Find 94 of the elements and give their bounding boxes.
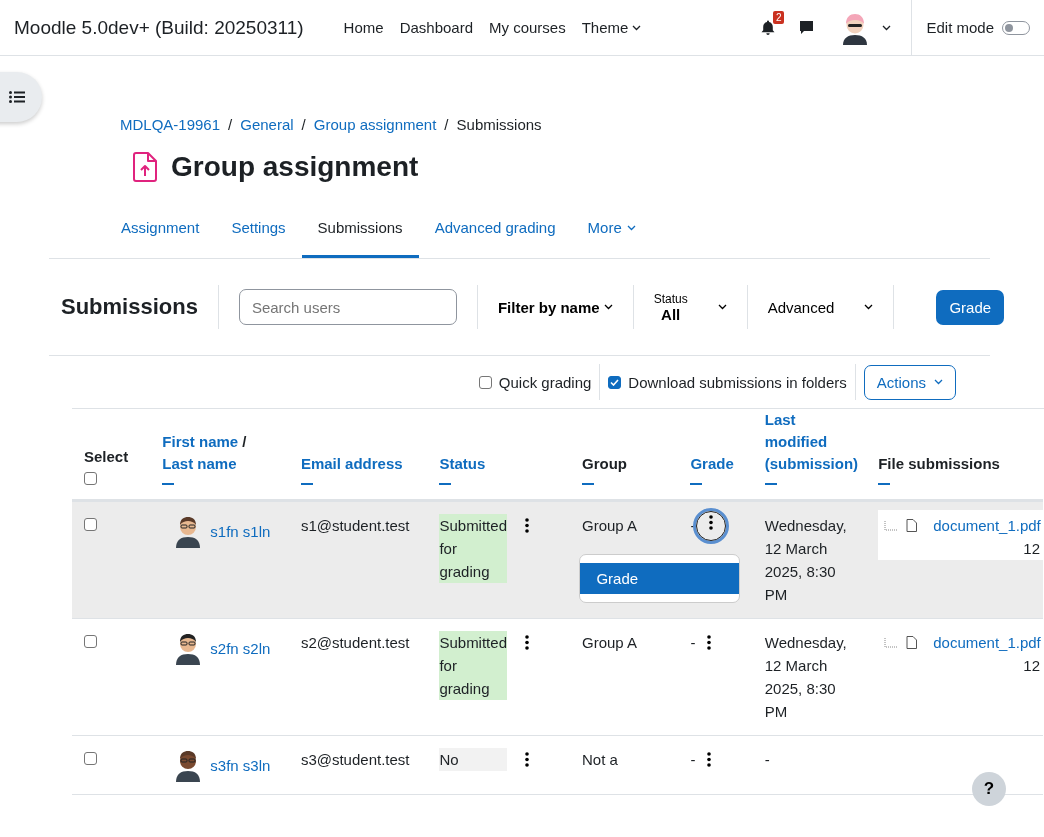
breadcrumb-link[interactable]: MDLQA-19961 xyxy=(120,116,221,133)
row-checkbox[interactable] xyxy=(84,635,97,648)
modified-date: Wednesday, 12 March 2025, 8:30 PM xyxy=(764,516,848,605)
nav-link[interactable]: Theme xyxy=(573,11,650,44)
checkbox-label[interactable]: Quick grading xyxy=(498,373,592,391)
column-header[interactable]: Grade xyxy=(690,455,734,472)
caret-icon xyxy=(603,304,613,310)
submissions-heading: Submissions xyxy=(61,285,219,329)
pdf-file-icon xyxy=(906,519,918,532)
group-text: Group A xyxy=(582,517,638,534)
checkbox-label[interactable]: Download submissions in folders xyxy=(628,373,847,391)
modified-date: - xyxy=(764,750,771,770)
user-name-link[interactable]: s1fn s1ln xyxy=(210,519,271,543)
status-label: Submitted for grading xyxy=(439,631,508,700)
breadcrumb-item: Submissions xyxy=(456,116,542,133)
column-header-link[interactable]: First name xyxy=(162,433,239,450)
kebab-menu-icon[interactable] xyxy=(707,635,712,650)
email-text: s2@student.test xyxy=(300,634,410,651)
modified-date: Wednesday, 12 March 2025, 8:30 PM xyxy=(764,633,848,722)
breadcrumb-link[interactable]: Group assignment xyxy=(313,116,437,133)
menu-item[interactable]: Grade xyxy=(580,563,740,594)
tab[interactable]: Advanced grading xyxy=(418,205,572,258)
select-all-checkbox[interactable] xyxy=(84,472,97,485)
breadcrumb-separator: / xyxy=(228,116,233,133)
column-header: Group xyxy=(582,455,627,472)
caret-icon xyxy=(717,304,727,310)
tree-connector-icon xyxy=(884,637,899,648)
file-size-text: 12 xyxy=(1022,539,1041,559)
advanced-filter-dropdown[interactable]: Advanced xyxy=(767,298,874,316)
caret-icon xyxy=(626,224,636,231)
file-size-text: 12 xyxy=(1022,656,1041,676)
tab[interactable]: Assignment xyxy=(105,205,216,258)
file-link[interactable]: document_1.pdf xyxy=(933,631,1041,654)
site-name[interactable]: Moodle 5.0dev+ (Build: 20250311) xyxy=(14,16,304,39)
nav-link[interactable]: Dashboard xyxy=(391,11,481,44)
edit-mode-label: Edit mode xyxy=(926,19,994,36)
column-header: Select xyxy=(84,448,129,465)
help-button[interactable]: ? xyxy=(972,772,1006,806)
tab[interactable]: More xyxy=(571,205,652,258)
row-checkbox[interactable] xyxy=(84,752,97,765)
actions-dropdown[interactable]: Actions xyxy=(863,364,956,400)
pdf-file-icon xyxy=(906,636,918,649)
checkbox[interactable] xyxy=(608,375,622,389)
kebab-menu-icon[interactable] xyxy=(525,518,530,533)
kebab-menu-icon[interactable] xyxy=(707,752,712,767)
row-checkbox[interactable] xyxy=(84,518,97,531)
grade-text: - xyxy=(690,516,696,536)
chat-icon[interactable] xyxy=(799,20,815,35)
avatar-icon xyxy=(174,631,203,665)
status-filter-dropdown[interactable]: Status All xyxy=(653,291,727,323)
breadcrumb-link[interactable]: General xyxy=(240,116,294,133)
tree-connector-icon xyxy=(884,520,899,531)
checkbox[interactable] xyxy=(478,375,492,389)
grade-button[interactable]: Grade xyxy=(936,289,1005,325)
caret-icon xyxy=(632,24,642,31)
notification-badge: 2 xyxy=(772,11,785,24)
tab[interactable]: Submissions xyxy=(301,205,419,258)
user-name-link[interactable]: s3fn s3ln xyxy=(210,753,271,777)
nav-link[interactable]: My courses xyxy=(481,11,574,44)
column-header[interactable]: Last modified (submission) xyxy=(764,409,867,475)
file-upload-icon xyxy=(133,152,157,182)
breadcrumb-separator: / xyxy=(301,116,306,133)
kebab-menu-icon[interactable] xyxy=(525,635,530,650)
grade-text: - xyxy=(690,750,696,770)
grade-text: - xyxy=(690,633,696,653)
nav-link[interactable]: Home xyxy=(335,11,392,44)
header-separator: / xyxy=(242,433,247,450)
kebab-menu-icon[interactable] xyxy=(525,752,530,767)
breadcrumb-separator: / xyxy=(444,116,449,133)
email-text: s3@student.test xyxy=(300,751,410,768)
status-label: No xyxy=(439,748,508,771)
page-title: Group assignment xyxy=(171,151,419,183)
column-header[interactable]: Email address xyxy=(300,455,403,472)
user-name-link[interactable]: s2fn s2ln xyxy=(210,636,271,660)
avatar-icon xyxy=(174,748,203,782)
filter-by-name-dropdown[interactable]: Filter by name xyxy=(497,298,613,316)
caret-icon xyxy=(864,304,874,310)
email-text: s1@student.test xyxy=(300,517,410,534)
column-header[interactable]: Status xyxy=(439,455,486,472)
group-text: Group A xyxy=(582,634,638,651)
tab[interactable]: Settings xyxy=(215,205,302,258)
kebab-menu-icon[interactable] xyxy=(709,515,714,530)
file-link[interactable]: document_1.pdf xyxy=(933,514,1041,537)
caret-icon xyxy=(934,379,943,385)
column-header-link[interactable]: Last name xyxy=(162,455,237,472)
list-icon xyxy=(9,91,25,103)
bell-icon[interactable] xyxy=(761,20,776,35)
column-header: File submissions xyxy=(878,455,1000,472)
dropdown-caret-icon xyxy=(882,24,892,31)
search-field[interactable]: Search users xyxy=(238,289,457,325)
status-label: Submitted for grading xyxy=(439,514,508,583)
course-index-button[interactable] xyxy=(0,72,42,122)
avatar-icon xyxy=(174,514,203,548)
group-text: Not a xyxy=(582,751,618,768)
